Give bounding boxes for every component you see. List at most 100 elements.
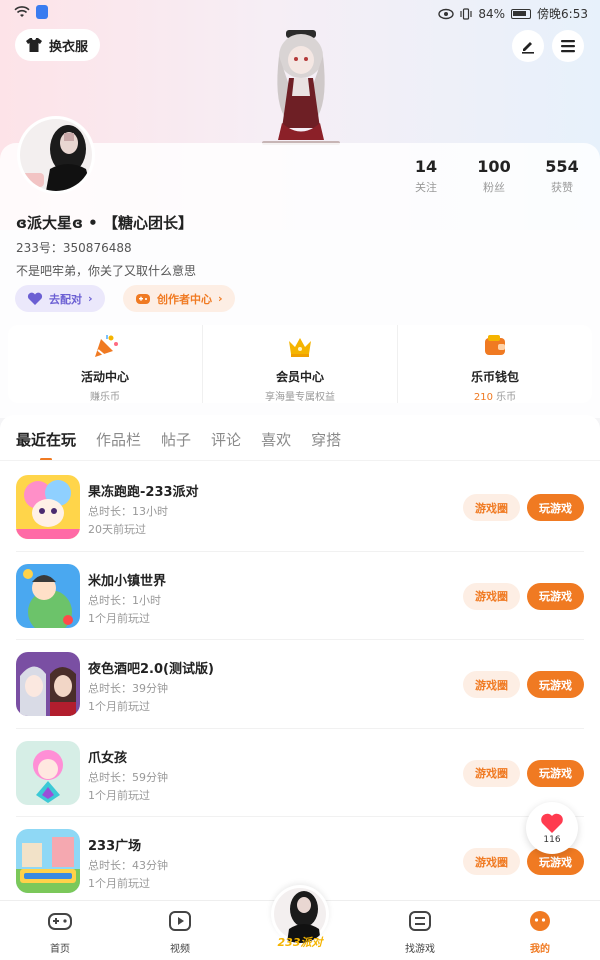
activity-center-title: 活动中心	[80, 370, 129, 384]
nav-video-label: 视频	[170, 944, 190, 955]
vibrate-icon	[460, 7, 472, 20]
chevron-right-icon: ›	[218, 292, 223, 305]
game-name: 米加小镇世界	[88, 573, 167, 589]
tab-posts[interactable]: 帖子	[161, 429, 191, 450]
content-panel: 最近在玩 作品栏 帖子 评论 喜欢 穿搭 果冻跑跑-233派对 总时长：13小时…	[0, 415, 600, 960]
chevron-right-icon: ›	[88, 292, 93, 305]
tab-recently-played[interactable]: 最近在玩	[16, 429, 76, 450]
game-duration-label: 总时长：	[88, 505, 132, 518]
game-circle-button[interactable]: 游戏圈	[463, 848, 520, 875]
nav-me-label: 我的	[530, 944, 550, 955]
game-duration: 总时长：1小时	[88, 592, 161, 608]
floating-like-button[interactable]: 116	[526, 802, 578, 854]
like-count: 116	[543, 834, 561, 845]
hamburger-icon	[561, 40, 575, 53]
tab-works[interactable]: 作品栏	[96, 429, 141, 450]
play-game-button[interactable]: 玩游戏	[527, 759, 584, 787]
user-bio: 不是吧牢弟，你关了又取什么意思	[16, 264, 197, 278]
game-last-played: 1个月前玩过	[88, 788, 150, 802]
tabs-divider	[0, 460, 600, 461]
edit-profile-button[interactable]	[512, 30, 544, 62]
game-row[interactable]: 夜色酒吧2.0(测试版) 总时长：39分钟 1个月前玩过 游戏圈 玩游戏	[16, 640, 584, 729]
game-circle-button[interactable]: 游戏圈	[463, 759, 520, 787]
list-icon	[409, 911, 431, 931]
user-id: 233号：350876488	[16, 241, 132, 255]
pencil-icon	[522, 42, 534, 54]
game-duration: 总时长：59分钟	[88, 769, 168, 785]
nav-find-games[interactable]: 找游戏	[380, 909, 460, 955]
avatar-3d-figure[interactable]	[256, 28, 346, 146]
wallet-unit: 乐币	[492, 392, 517, 403]
game-duration: 总时长：43分钟	[88, 857, 168, 873]
game-duration: 总时长：39分钟	[88, 680, 168, 696]
game-duration-label: 总时长：	[88, 859, 132, 872]
game-row[interactable]: 果冻跑跑-233派对 总时长：13小时 20天前玩过 游戏圈 玩游戏	[16, 463, 584, 552]
game-name: 爪女孩	[88, 750, 128, 766]
match-label: 去配对	[49, 292, 82, 306]
game-duration-value: 59分钟	[132, 770, 168, 784]
stat-following[interactable]: 14 关注	[396, 157, 456, 195]
game-last-played: 20天前玩过	[88, 523, 146, 536]
game-duration-value: 39分钟	[132, 682, 168, 695]
wallet-balance: 210	[473, 392, 493, 403]
game-last-played: 1个月前玩过	[88, 700, 150, 713]
menu-button[interactable]	[552, 30, 584, 62]
activity-center-sub: 赚乐币	[90, 392, 120, 403]
creator-center-label: 创作者中心	[157, 292, 212, 306]
game-circle-button[interactable]: 游戏圈	[463, 671, 520, 698]
nav-home[interactable]: 首页	[20, 909, 100, 955]
game-duration-value: 1小时	[132, 593, 161, 607]
game-circle-button[interactable]: 游戏圈	[463, 494, 520, 521]
stat-likes[interactable]: 554 获赞	[532, 157, 592, 195]
wallet-title: 乐币钱包	[470, 370, 519, 384]
stat-likes-value: 554	[545, 157, 579, 176]
nav-video[interactable]: 视频	[140, 909, 220, 955]
nav-find-games-label: 找游戏	[405, 944, 435, 955]
profile-tabs: 最近在玩 作品栏 帖子 评论 喜欢 穿搭	[16, 429, 341, 450]
game-icon-night-bar	[16, 652, 80, 716]
member-center-entry[interactable]: 会员中心 享海量专属权益	[202, 325, 397, 403]
party-popper-icon	[95, 335, 118, 357]
status-bar: 84% 傍晚6:53	[0, 0, 600, 26]
avatar-image	[20, 119, 92, 191]
game-last-played: 1个月前玩过	[88, 611, 150, 625]
gamepad-icon	[48, 913, 72, 930]
tab-outfits[interactable]: 穿搭	[311, 429, 341, 450]
shield-icon	[36, 5, 48, 19]
heart-icon	[541, 813, 563, 833]
play-game-button[interactable]: 玩游戏	[527, 582, 584, 610]
battery-percent: 84%	[478, 6, 506, 21]
member-center-title: 会员中心	[275, 370, 324, 384]
activity-center-entry[interactable]: 活动中心 赚乐币	[8, 325, 202, 403]
game-row[interactable]: 米加小镇世界 总时长：1小时 1个月前玩过 游戏圈 玩游戏	[16, 552, 584, 640]
wallet-entry[interactable]: 乐币钱包 210 乐币	[397, 325, 592, 403]
wallet-sub: 210 乐币	[398, 388, 592, 403]
match-button[interactable]: 去配对 ›	[15, 285, 105, 312]
game-name: 233广场	[88, 839, 142, 854]
video-icon	[169, 911, 191, 931]
play-game-button[interactable]: 玩游戏	[527, 671, 584, 698]
stat-likes-label: 获赞	[551, 181, 573, 194]
game-duration: 总时长：13小时	[88, 503, 168, 519]
stat-following-label: 关注	[415, 181, 437, 194]
member-center-sub: 享海量专属权益	[265, 392, 335, 403]
game-icon-miga-town	[16, 563, 80, 628]
game-circle-button[interactable]: 游戏圈	[463, 582, 520, 610]
controller-icon	[136, 293, 150, 304]
change-outfit-button[interactable]: 换衣服	[15, 29, 101, 61]
tab-comments[interactable]: 评论	[211, 429, 241, 450]
creator-center-button[interactable]: 创作者中心 ›	[123, 285, 235, 312]
stat-followers[interactable]: 100 粉丝	[464, 157, 524, 195]
profile-page: 84% 傍晚6:53 换衣服 14 关注 100 粉丝 554 获赞 ɞ派大星ɞ…	[0, 0, 600, 960]
play-game-button[interactable]: 玩游戏	[527, 494, 584, 521]
game-row[interactable]: 爪女孩 总时长：59分钟 1个月前玩过 游戏圈 玩游戏	[16, 729, 584, 817]
user-avatar[interactable]	[17, 116, 95, 194]
profile-face-icon	[530, 911, 550, 931]
nav-me[interactable]: 我的	[500, 909, 580, 955]
game-last-played: 1个月前玩过	[88, 877, 150, 890]
game-icon-jelly-run	[16, 475, 80, 539]
stat-followers-label: 粉丝	[483, 181, 505, 194]
nav-home-label: 首页	[50, 944, 70, 955]
tab-likes[interactable]: 喜欢	[261, 429, 291, 450]
heart-icon	[27, 292, 43, 305]
